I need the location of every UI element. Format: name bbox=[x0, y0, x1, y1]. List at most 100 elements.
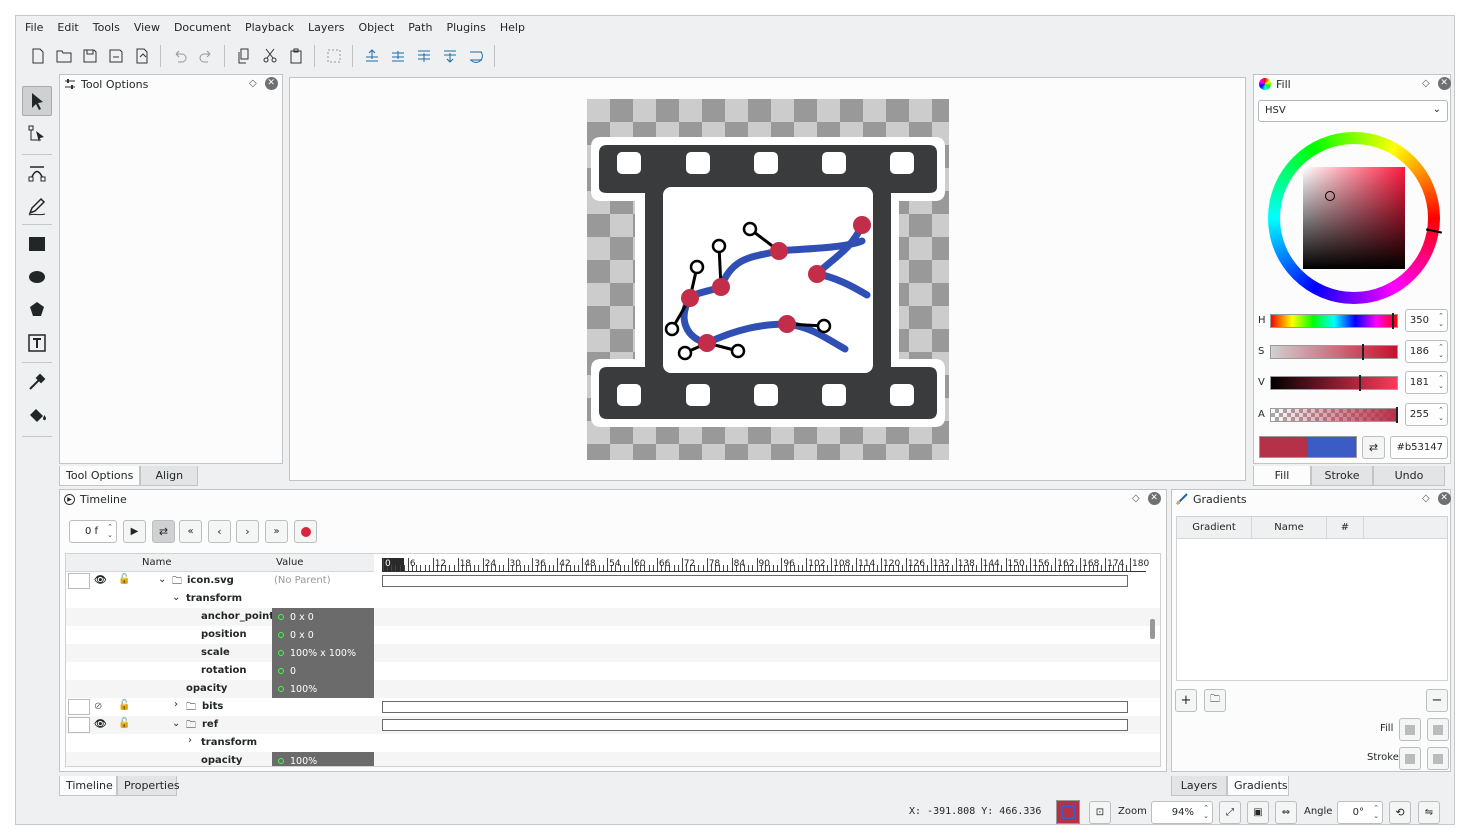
value-cell[interactable]: 0 bbox=[272, 662, 374, 680]
chevron-right-icon[interactable]: › bbox=[174, 699, 178, 710]
slider-v[interactable] bbox=[1270, 375, 1398, 391]
chevron-down-icon[interactable]: ⌄ bbox=[158, 574, 166, 585]
column-name[interactable]: Name bbox=[1252, 517, 1327, 539]
slider-value-a[interactable]: 255 ⌃ ⌄ bbox=[1405, 403, 1448, 426]
undo-icon[interactable] bbox=[168, 45, 191, 68]
stroke-gradient-radial-button[interactable] bbox=[1427, 747, 1449, 770]
menu-path[interactable]: Path bbox=[401, 21, 439, 34]
star-tool-icon[interactable] bbox=[22, 295, 52, 325]
frame-ruler[interactable]: 0 6 12 18 24 30 36 42 48 54 60 66 72 78 84 90 96 102 108 11… bbox=[382, 554, 1149, 572]
load-gradient-button[interactable]: 🗀 bbox=[1204, 689, 1226, 712]
ellipse-tool-icon[interactable] bbox=[22, 262, 52, 292]
last-frame-button[interactable]: » bbox=[265, 520, 288, 543]
menu-plugins[interactable]: Plugins bbox=[439, 21, 492, 34]
tree-row-transform[interactable]: ⌄ transform bbox=[66, 590, 374, 608]
lower-icon[interactable] bbox=[412, 45, 435, 68]
lock-icon[interactable]: 🔓 bbox=[118, 718, 130, 729]
add-gradient-button[interactable]: + bbox=[1175, 689, 1197, 712]
next-frame-button[interactable]: › bbox=[236, 520, 259, 543]
column-name[interactable]: Name bbox=[142, 557, 172, 568]
tab-timeline[interactable]: Timeline bbox=[59, 776, 117, 796]
tab-properties[interactable]: Properties bbox=[117, 776, 180, 796]
slider-s[interactable] bbox=[1270, 344, 1398, 360]
zoom-fit-button[interactable]: ⊡ bbox=[1089, 801, 1111, 824]
menu-playback[interactable]: Playback bbox=[238, 21, 301, 34]
gradient-list[interactable]: Gradient Name # bbox=[1176, 516, 1448, 681]
save-icon[interactable] bbox=[78, 45, 101, 68]
document-canvas[interactable] bbox=[587, 99, 949, 460]
redo-icon[interactable] bbox=[194, 45, 217, 68]
select-tool-icon[interactable] bbox=[22, 86, 52, 116]
tab-fill[interactable]: Fill bbox=[1253, 466, 1311, 486]
previous-frame-button[interactable]: ‹ bbox=[208, 520, 231, 543]
fill-gradient-linear-button[interactable] bbox=[1399, 718, 1421, 741]
zoom-width-button[interactable]: ⇔ bbox=[1275, 801, 1297, 824]
tree-row-ref-opacity[interactable]: opacity 100% bbox=[66, 752, 374, 766]
text-tool-icon[interactable] bbox=[22, 328, 52, 358]
color-tag[interactable] bbox=[68, 699, 90, 715]
float-icon[interactable]: ◇ bbox=[1422, 493, 1430, 504]
eye-hidden-icon[interactable]: ⊘ bbox=[94, 701, 102, 712]
close-icon[interactable]: ✕ bbox=[264, 77, 278, 90]
frame-spinbox[interactable]: 0 f ⌃ ⌄ bbox=[69, 520, 117, 543]
slider-handle[interactable] bbox=[1392, 313, 1395, 329]
column-count[interactable]: # bbox=[1327, 517, 1364, 539]
play-button[interactable]: ▶ bbox=[123, 520, 146, 543]
menu-view[interactable]: View bbox=[127, 21, 167, 34]
stroke-gradient-linear-button[interactable] bbox=[1399, 747, 1421, 770]
value-cell[interactable]: 100% bbox=[272, 752, 374, 766]
zoom-selection-button[interactable]: ⤢ bbox=[1219, 801, 1241, 824]
hex-field[interactable]: #b53147 bbox=[1390, 436, 1448, 459]
slider-handle[interactable] bbox=[1359, 375, 1362, 391]
menu-file[interactable]: File bbox=[18, 21, 50, 34]
value-cell[interactable]: 0 x 0 bbox=[272, 626, 374, 644]
tree-row-bits[interactable]: ⊘ 🔓 › 🗀 bits bbox=[66, 698, 374, 716]
zoom-document-button[interactable]: ▣ bbox=[1247, 801, 1269, 824]
tree-row-anchor-point[interactable]: anchor_point 0 x 0 bbox=[66, 608, 374, 626]
tree-row-ref[interactable]: 👁 🔓 ⌄ 🗀 ref bbox=[66, 716, 374, 734]
close-icon[interactable]: ✕ bbox=[1437, 77, 1451, 90]
menu-object[interactable]: Object bbox=[351, 21, 401, 34]
cut-icon[interactable] bbox=[258, 45, 281, 68]
freehand-tool-icon[interactable] bbox=[22, 191, 52, 221]
chevron-down-icon[interactable]: ⌄ bbox=[172, 592, 180, 603]
chevron-down-icon[interactable]: ⌄ bbox=[172, 718, 180, 729]
slider-handle[interactable] bbox=[1361, 344, 1364, 360]
tree-row-opacity[interactable]: opacity 100% bbox=[66, 680, 374, 698]
swap-colors-button[interactable]: ⇄ bbox=[1362, 436, 1385, 459]
menu-edit[interactable]: Edit bbox=[50, 21, 85, 34]
slider-value-s[interactable]: 186 ⌃ ⌄ bbox=[1405, 340, 1448, 363]
layer-bar[interactable] bbox=[382, 701, 1128, 713]
lock-icon[interactable]: 🔓 bbox=[118, 574, 130, 585]
tab-gradients[interactable]: Gradients bbox=[1227, 776, 1289, 796]
save-as-icon[interactable] bbox=[104, 45, 127, 68]
tab-tool-options[interactable]: Tool Options bbox=[59, 466, 141, 486]
close-icon[interactable]: ✕ bbox=[1147, 492, 1161, 505]
float-icon[interactable]: ◇ bbox=[1132, 493, 1140, 504]
angle-spinbox[interactable]: 0° ⌃ ⌄ bbox=[1337, 801, 1383, 824]
close-icon[interactable]: ✕ bbox=[1437, 492, 1451, 505]
fill-tool-icon[interactable] bbox=[22, 400, 52, 430]
loop-button[interactable]: ⇄ bbox=[152, 520, 175, 543]
reset-rotation-button[interactable]: ⟲ bbox=[1389, 801, 1411, 824]
slider-value-v[interactable]: 181 ⌃ ⌄ bbox=[1405, 371, 1448, 394]
paste-icon[interactable] bbox=[284, 45, 307, 68]
current-color-swatch[interactable] bbox=[1056, 800, 1080, 824]
chevron-right-icon[interactable]: › bbox=[188, 735, 192, 746]
tree-row-ref-transform[interactable]: › transform bbox=[66, 734, 374, 752]
color-mode-select[interactable]: HSV ⌄ bbox=[1258, 100, 1448, 122]
menu-tools[interactable]: Tools bbox=[86, 21, 127, 34]
saturation-value-square[interactable] bbox=[1303, 167, 1405, 269]
layer-bar[interactable] bbox=[382, 719, 1128, 731]
raise-icon[interactable] bbox=[386, 45, 409, 68]
record-button[interactable] bbox=[294, 520, 317, 543]
layer-bar[interactable] bbox=[382, 575, 1128, 587]
float-icon[interactable]: ◇ bbox=[249, 78, 257, 89]
color-tag[interactable] bbox=[68, 573, 90, 589]
eye-icon[interactable]: 👁 bbox=[94, 719, 107, 730]
scrollbar-handle[interactable] bbox=[1150, 619, 1155, 639]
menu-layers[interactable]: Layers bbox=[301, 21, 351, 34]
color-picker-handle[interactable] bbox=[1325, 191, 1335, 201]
slider-value-h[interactable]: 350 ⌃ ⌄ bbox=[1405, 309, 1448, 332]
slider-h[interactable] bbox=[1270, 313, 1398, 329]
